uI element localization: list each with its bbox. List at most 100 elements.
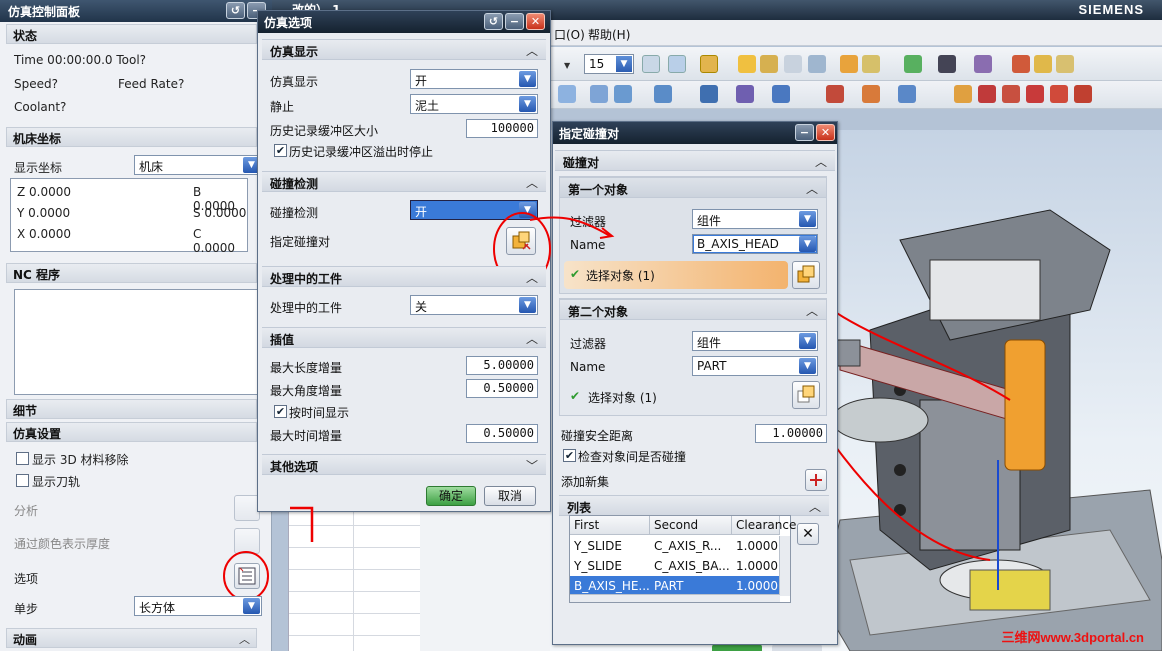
collision-pair-title: 指定碰撞对 [559, 127, 620, 141]
minimize-icon[interactable]: − [795, 124, 814, 141]
control-panel-titlebar: 仿真控制面板 ↺ − [0, 0, 272, 22]
first-select-object-button[interactable] [792, 261, 820, 289]
show-3d-material-removal-checkbox[interactable] [16, 452, 29, 465]
other-group-header[interactable]: 其他选项 ﹀ [262, 454, 546, 475]
machine-coords-section-header[interactable]: 机床坐标 [6, 127, 257, 147]
add-new-set-button[interactable] [805, 469, 827, 491]
column-clearance[interactable]: Clearance [732, 516, 796, 535]
tool4-icon[interactable] [808, 55, 826, 73]
first-filter-select[interactable]: 组件 ▼ [692, 209, 818, 229]
sketch2-icon[interactable] [978, 85, 996, 103]
static-select[interactable]: 泥土 ▼ [410, 94, 538, 114]
time-readout: Time 00:00:00.0 Tool? [14, 53, 147, 67]
chevron-up-icon: ︿ [239, 633, 250, 646]
analysis-icon[interactable] [904, 55, 922, 73]
second-object-header[interactable]: 第二个对象 ︿ [560, 299, 826, 320]
table-row[interactable]: Y_SLIDE C_AXIS_R... 1.0000 [570, 536, 780, 556]
feature2-icon[interactable] [1034, 55, 1052, 73]
second-select-object-button[interactable] [792, 381, 820, 409]
delete-icon: ✕ [802, 526, 814, 542]
reset-icon[interactable]: ↺ [226, 2, 245, 19]
stop-on-overflow-checkbox[interactable]: ✔ [274, 144, 287, 157]
by-time-checkbox[interactable]: ✔ [274, 405, 287, 418]
workpiece-select[interactable]: 关 ▼ [410, 295, 538, 315]
reset-icon[interactable]: ↺ [484, 13, 503, 30]
sketch5-icon[interactable] [1050, 85, 1068, 103]
select3-icon[interactable] [772, 85, 790, 103]
cancel-button[interactable]: 取消 [484, 486, 536, 506]
collision-pair-table[interactable]: First Second Clearance Y_SLIDE C_AXIS_R.… [569, 515, 796, 603]
table-hscrollbar[interactable] [570, 594, 780, 602]
feature-icon[interactable] [1012, 55, 1030, 73]
select-icon[interactable] [700, 85, 718, 103]
curve-icon[interactable] [826, 85, 844, 103]
safe-distance-input[interactable]: 1.00000 [755, 424, 827, 443]
display-group-header[interactable]: 仿真显示 ︿ [262, 39, 546, 60]
second-name-select[interactable]: PART ▼ [692, 356, 818, 376]
list-group-header[interactable]: 列表 ︿ [559, 495, 829, 516]
nc-program-section-header[interactable]: NC 程序 [6, 263, 257, 283]
part-icon[interactable] [642, 55, 660, 73]
sim-display-label: 仿真显示 [270, 75, 319, 89]
max-angle-input[interactable]: 0.50000 [466, 379, 538, 398]
max-length-input[interactable]: 5.00000 [466, 356, 538, 375]
sim-settings-section-header[interactable]: 仿真设置 [6, 422, 257, 442]
select2-icon[interactable] [736, 85, 754, 103]
table-row[interactable]: Y_SLIDE C_AXIS_BA... 1.0000 [570, 556, 780, 576]
view-icon[interactable] [668, 55, 686, 73]
select-object-icon [797, 265, 815, 283]
csys-icon[interactable] [700, 55, 718, 73]
datum-icon[interactable] [974, 55, 992, 73]
op2-icon[interactable] [590, 85, 608, 103]
curve2-icon[interactable] [862, 85, 880, 103]
op3-icon[interactable] [614, 85, 632, 103]
zoom-select[interactable]: 15 ▼ [584, 54, 634, 74]
status-section-header[interactable]: 状态 [6, 24, 257, 44]
feature3-icon[interactable] [1056, 55, 1074, 73]
measure-icon[interactable] [840, 55, 858, 73]
first-name-select[interactable]: B_AXIS_HEAD ▼ [692, 234, 818, 254]
tool-icon[interactable] [738, 55, 756, 73]
tool2-icon[interactable] [760, 55, 778, 73]
first-select-object-row[interactable]: ✔ 选择对象 (1) [564, 261, 788, 289]
sketch-icon[interactable] [954, 85, 972, 103]
show-tool-path-checkbox[interactable] [16, 474, 29, 487]
tool3-icon[interactable] [784, 55, 802, 73]
menu-help[interactable]: 帮助(H) [588, 26, 630, 43]
step-select[interactable]: 长方体 ▼ [134, 596, 262, 616]
op4-icon[interactable] [654, 85, 672, 103]
close-icon[interactable]: ✕ [816, 124, 835, 141]
delete-pair-button[interactable]: ✕ [797, 523, 819, 545]
column-first[interactable]: First [570, 516, 650, 535]
interp-group-header[interactable]: 插值 ︿ [262, 327, 546, 348]
collision-pairs-header[interactable]: 碰撞对 ︿ [555, 150, 835, 171]
animation-section-header[interactable]: 动画 ︿ [6, 628, 257, 648]
first-object-header[interactable]: 第一个对象 ︿ [560, 177, 826, 198]
display-coords-select[interactable]: 机床 ▼ [134, 155, 262, 175]
detail-section-header[interactable]: 细节 [6, 399, 257, 419]
history-buffer-input[interactable]: 100000 [466, 119, 538, 138]
workpiece-group-header[interactable]: 处理中的工件 ︿ [262, 266, 546, 287]
minimize-icon[interactable]: − [505, 13, 524, 30]
check-between-checkbox[interactable]: ✔ [563, 449, 576, 462]
nc-program-list[interactable] [14, 289, 258, 395]
menu-window[interactable]: 口(O) [554, 26, 585, 43]
second-filter-select[interactable]: 组件 ▼ [692, 331, 818, 351]
sketch4-icon[interactable] [1026, 85, 1044, 103]
sim-display-select[interactable]: 开 ▼ [410, 69, 538, 89]
collision-group-header[interactable]: 碰撞检测 ︿ [262, 171, 546, 192]
close-icon[interactable]: ✕ [526, 13, 545, 30]
part [969, 569, 1051, 611]
table-row-selected[interactable]: B_AXIS_HE... PART 1.0000 [570, 576, 780, 596]
op-icon[interactable] [558, 85, 576, 103]
ok-button[interactable]: 确定 [426, 486, 476, 506]
table-scrollbar[interactable] [779, 536, 790, 596]
sketch3-icon[interactable] [1002, 85, 1020, 103]
max-time-input[interactable]: 0.50000 [466, 424, 538, 443]
sketch6-icon[interactable] [1074, 85, 1092, 103]
point-icon[interactable] [938, 55, 956, 73]
column-second[interactable]: Second [650, 516, 732, 535]
curve3-icon[interactable] [898, 85, 916, 103]
measure2-icon[interactable] [862, 55, 880, 73]
row-first: Y_SLIDE [574, 539, 622, 553]
